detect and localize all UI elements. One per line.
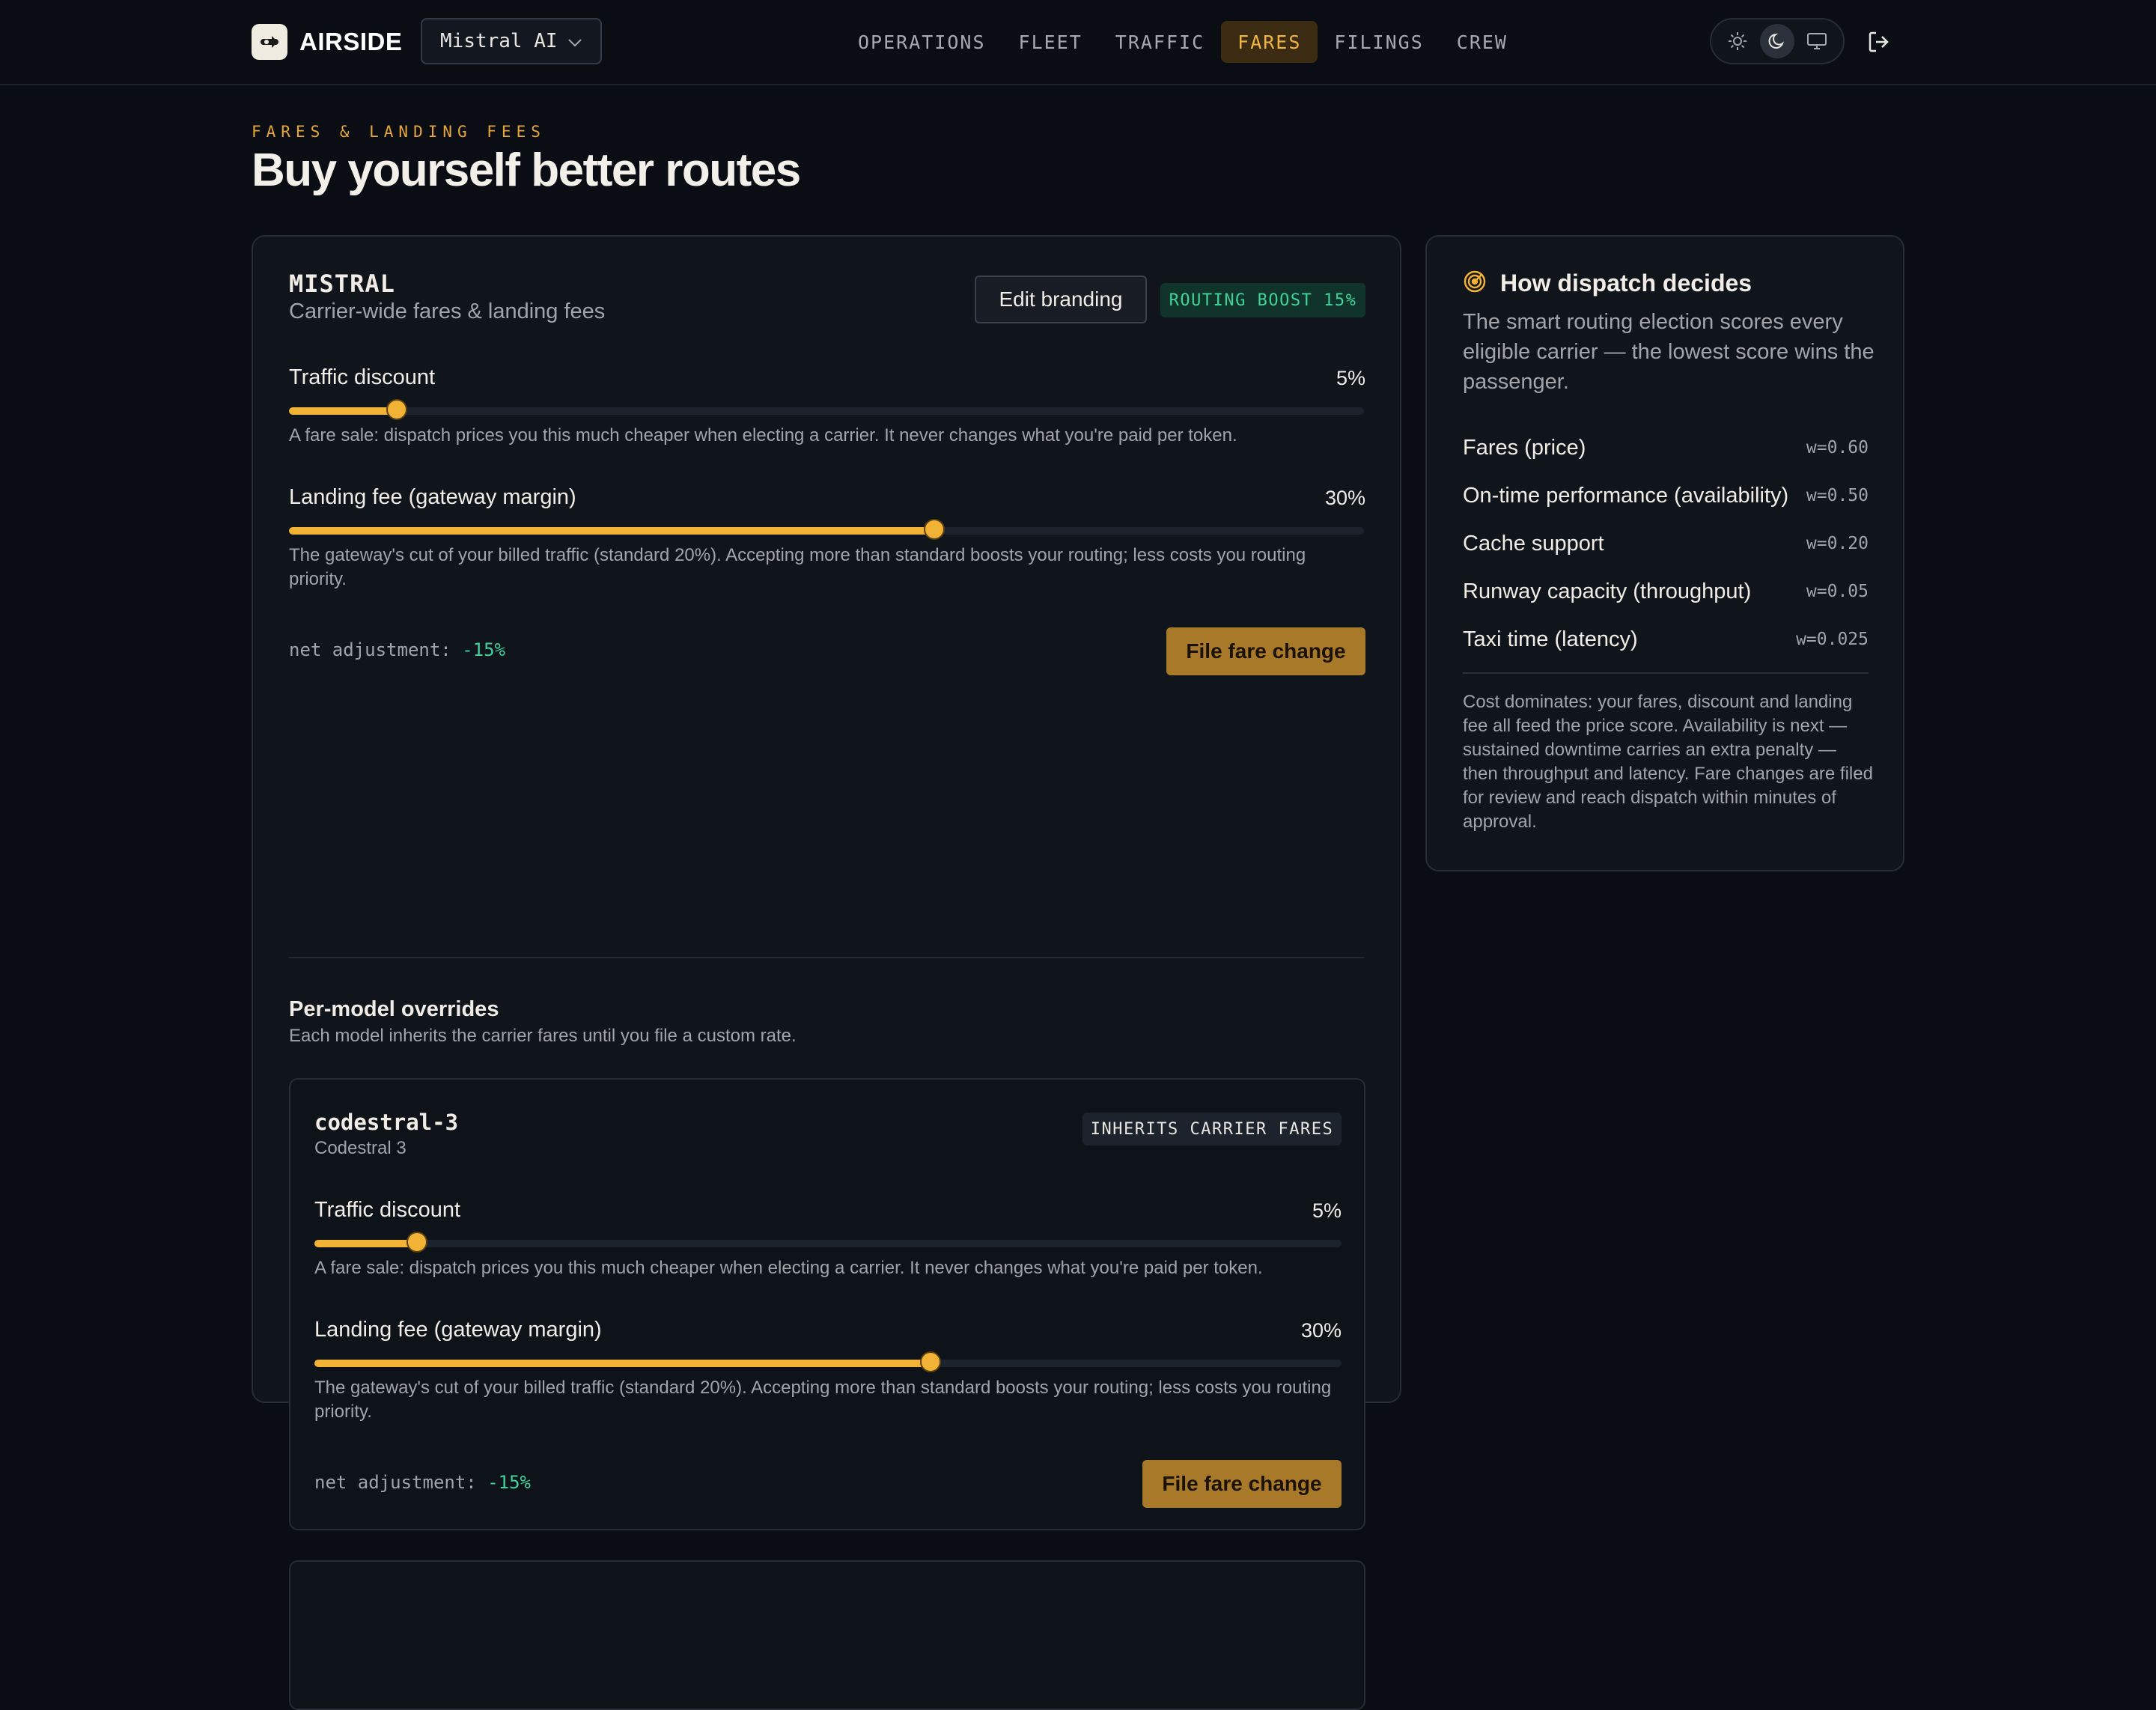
weight-row: On-time performance (availability) w=0.5… (1463, 481, 1869, 511)
main-nav: OPERATIONS FLEET TRAFFIC FARES FILINGS C… (841, 21, 1524, 63)
landing-fee-value: 30% (1324, 487, 1365, 509)
page-title: Buy yourself better routes (252, 144, 801, 196)
traffic-discount-handle[interactable] (386, 399, 407, 420)
model-landing-fee-slider[interactable] (314, 1351, 1342, 1372)
dispatch-title: How dispatch decides (1500, 270, 1752, 296)
model-landing-fee-fill (314, 1360, 931, 1367)
model-traffic-discount-slider[interactable] (314, 1232, 1342, 1253)
net-adjustment-value: -15% (462, 639, 505, 660)
weight-row: Taxi time (latency) w=0.025 (1463, 624, 1869, 654)
model-traffic-discount-handle[interactable] (406, 1232, 428, 1253)
file-fare-change-button[interactable]: File fare change (1166, 627, 1365, 675)
nav-traffic[interactable]: TRAFFIC (1099, 21, 1221, 63)
dispatch-heading: How dispatch decides (1463, 270, 1752, 297)
weight-value: w=0.05 (1806, 582, 1869, 601)
brand-name: AIRSIDE (299, 28, 403, 55)
model-traffic-discount-label: Traffic discount (314, 1198, 461, 1222)
inherits-badge: INHERITS CARRIER FARES (1082, 1113, 1342, 1145)
routing-boost-badge: ROUTING BOOST 15% (1160, 283, 1365, 317)
org-select[interactable]: Mistral AI (421, 18, 602, 64)
weight-label: On-time performance (availability) (1463, 483, 1789, 508)
nav-fleet[interactable]: FLEET (1002, 21, 1099, 63)
weight-value: w=0.025 (1796, 630, 1869, 649)
logout-icon[interactable] (1863, 25, 1895, 58)
model-landing-fee-handle[interactable] (920, 1351, 942, 1372)
page-eyebrow: FARES & LANDING FEES (252, 123, 546, 141)
weight-row: Fares (price) w=0.60 (1463, 433, 1869, 463)
weight-label: Cache support (1463, 531, 1604, 556)
carrier-fares-card: MISTRAL Carrier-wide fares & landing fee… (252, 235, 1401, 1710)
landing-fee-handle[interactable] (923, 519, 945, 540)
weight-value: w=0.60 (1806, 438, 1869, 457)
traffic-discount-help: A fare sale: dispatch prices you this mu… (289, 425, 1237, 445)
overrides-title: Per-model overrides (289, 997, 499, 1021)
brand[interactable]: AIRSIDE (252, 24, 402, 60)
monitor-icon[interactable] (1800, 24, 1834, 58)
landing-fee-label: Landing fee (gateway margin) (289, 485, 576, 509)
weight-label: Taxi time (latency) (1463, 627, 1638, 651)
landing-fee-fill (289, 527, 934, 535)
section-divider (289, 957, 1364, 958)
nav-filings[interactable]: FILINGS (1318, 21, 1440, 63)
model-traffic-discount-value: 5% (1312, 1199, 1342, 1222)
sun-icon[interactable] (1720, 24, 1755, 58)
traffic-discount-label: Traffic discount (289, 365, 436, 389)
overrides-subtitle: Each model inherits the carrier fares un… (289, 1026, 797, 1046)
edit-branding-button[interactable]: Edit branding (975, 276, 1147, 323)
weight-value: w=0.50 (1806, 486, 1869, 505)
nav-operations[interactable]: OPERATIONS (841, 21, 1002, 63)
model-landing-fee-label: Landing fee (gateway margin) (314, 1318, 602, 1342)
nav-crew[interactable]: CREW (1440, 21, 1524, 63)
radar-icon (1463, 270, 1487, 297)
weight-row: Cache support w=0.20 (1463, 529, 1869, 559)
dispatch-note: Cost dominates: your fares, discount and… (1463, 692, 1873, 832)
weight-row: Runway capacity (throughput) w=0.05 (1463, 576, 1869, 606)
model-override-card-next (289, 1560, 1365, 1710)
traffic-discount-slider[interactable] (289, 399, 1364, 420)
top-bar: AIRSIDE Mistral AI OPERATIONS FLEET TRAF… (0, 0, 2156, 85)
nav-fares[interactable]: FARES (1221, 21, 1318, 63)
dispatch-description: The smart routing election scores every … (1463, 310, 1875, 394)
carrier-code: MISTRAL (289, 270, 395, 298)
carrier-subtitle: Carrier-wide fares & landing fees (289, 299, 606, 323)
model-override-card: codestral-3 Codestral 3 INHERITS CARRIER… (289, 1078, 1365, 1530)
model-traffic-discount-fill (314, 1240, 418, 1247)
net-adjustment: net adjustment: -15% (289, 639, 505, 660)
theme-switcher (1710, 18, 1845, 64)
moon-icon[interactable] (1759, 24, 1794, 58)
chevron-down-icon (567, 30, 582, 52)
weight-label: Fares (price) (1463, 435, 1586, 460)
model-landing-fee-help: The gateway's cut of your billed traffic… (314, 1378, 1332, 1422)
dispatch-divider (1463, 672, 1869, 674)
brand-logo-icon (252, 24, 287, 60)
model-traffic-discount-help: A fare sale: dispatch prices you this mu… (314, 1258, 1263, 1278)
model-id: codestral-3 (314, 1110, 459, 1135)
weight-label: Runway capacity (throughput) (1463, 579, 1752, 603)
model-net-adjustment-value: -15% (487, 1472, 531, 1493)
traffic-discount-fill (289, 407, 397, 415)
landing-fee-help: The gateway's cut of your billed traffic… (289, 545, 1306, 589)
landing-fee-slider[interactable] (289, 519, 1364, 540)
net-adjustment-label: net adjustment: (289, 639, 451, 660)
model-file-fare-change-button[interactable]: File fare change (1142, 1460, 1342, 1508)
model-net-adjustment-label: net adjustment: (314, 1472, 477, 1493)
model-name: Codestral 3 (314, 1138, 406, 1158)
traffic-discount-value: 5% (1336, 367, 1365, 389)
model-net-adjustment: net adjustment: -15% (314, 1472, 531, 1493)
org-select-value: Mistral AI (440, 30, 558, 52)
dispatch-info-card: How dispatch decides The smart routing e… (1425, 235, 1904, 871)
model-landing-fee-value: 30% (1300, 1319, 1342, 1342)
weight-value: w=0.20 (1806, 534, 1869, 553)
